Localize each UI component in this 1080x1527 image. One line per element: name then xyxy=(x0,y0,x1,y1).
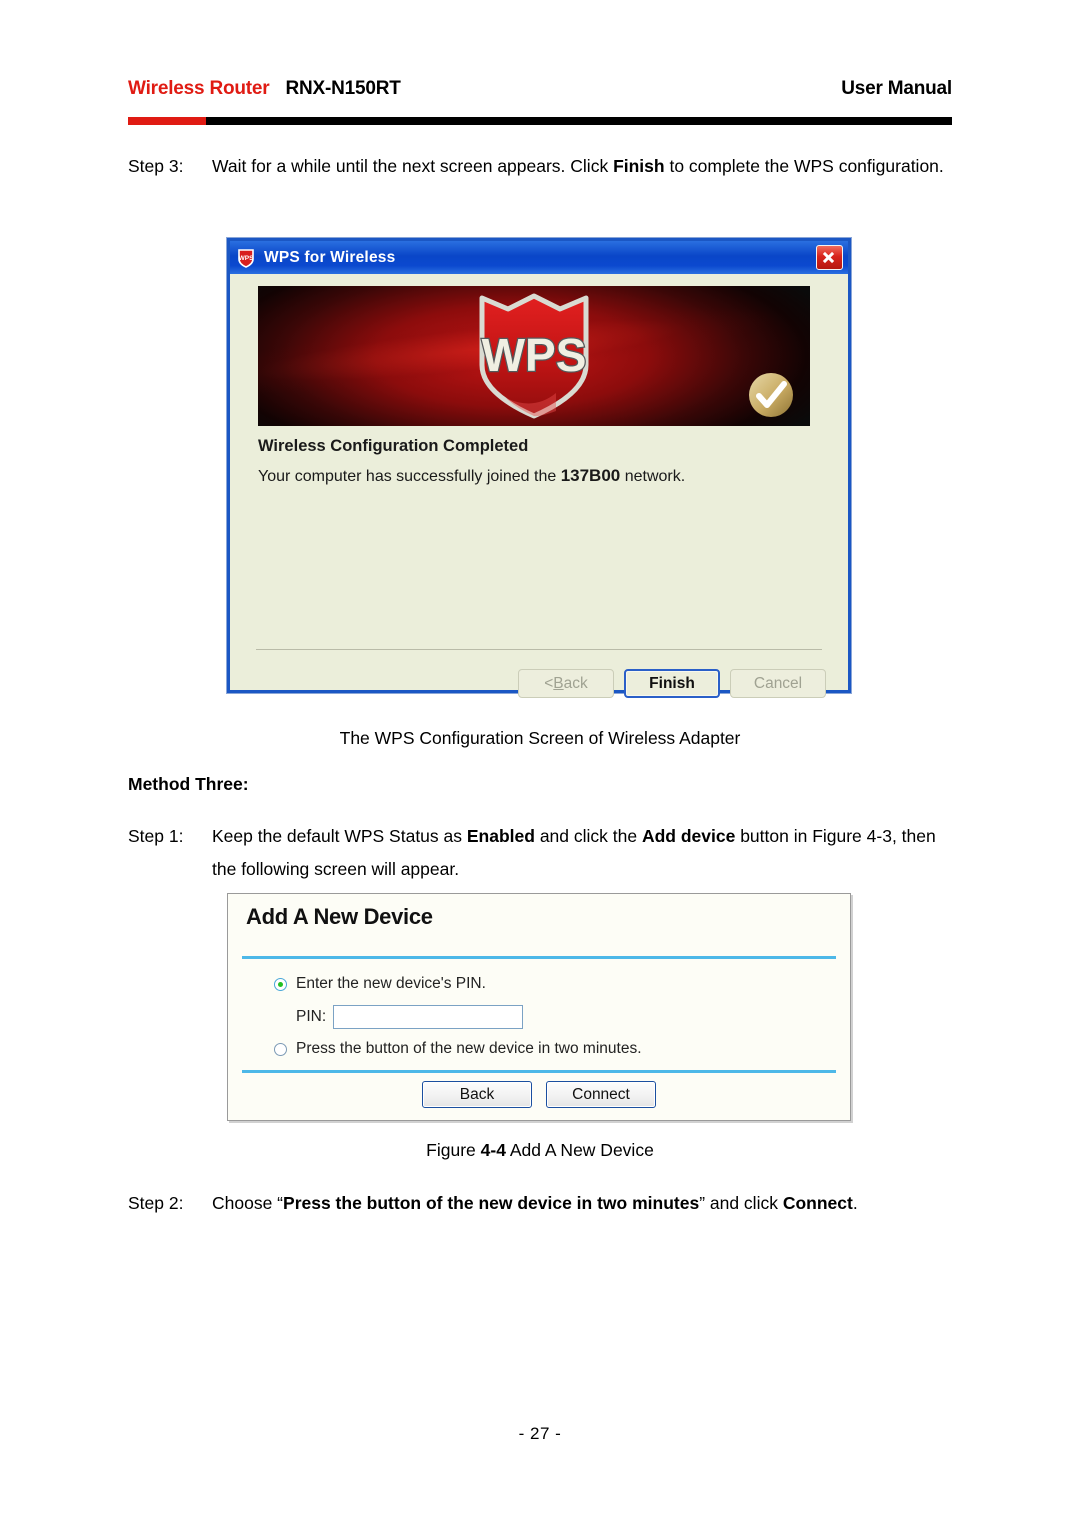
figure-caption-wps-screen: The WPS Configuration Screen of Wireless… xyxy=(339,728,741,748)
wps-cancel-button[interactable]: Cancel xyxy=(730,669,826,698)
header-rule-red-segment xyxy=(128,117,206,125)
wps-back-prefix: < xyxy=(544,674,554,692)
step-3-paragraph: Step 3: Wait for a while until the next … xyxy=(128,150,952,183)
step-2-text-part-1: Choose “ xyxy=(212,1193,284,1213)
svg-text:WPS: WPS xyxy=(482,329,587,381)
step-1-label: Step 1: xyxy=(128,826,184,846)
radio-option-press-button[interactable]: Press the button of the new device in tw… xyxy=(274,1035,836,1063)
step-1-paragraph: Step 1: Keep the default WPS Status as E… xyxy=(128,820,952,886)
step-2-text-part-2: ” and click xyxy=(699,1193,783,1213)
wps-finish-button[interactable]: Finish xyxy=(624,669,720,698)
pin-field-label: PIN: xyxy=(296,1007,327,1025)
wps-ssid-value: 137B00 xyxy=(560,466,621,485)
step-3-label: Step 3: xyxy=(128,156,184,176)
figure-caption-number: 4-4 xyxy=(480,1140,506,1160)
step-2-text: Choose “Press the button of the new devi… xyxy=(212,1187,952,1220)
header-model: RNX-N150RT xyxy=(285,78,401,99)
step-3-text-part-1: Wait for a while until the next screen a… xyxy=(212,156,614,176)
wps-shield-icon: WPS xyxy=(236,248,256,268)
step-2-text-part-3: . xyxy=(852,1193,858,1213)
add-device-button-row: Back Connect xyxy=(228,1081,850,1108)
radio-button-press[interactable] xyxy=(274,1042,287,1056)
wps-dialog-body: WPS Wireless Configuration Completed You… xyxy=(230,274,848,698)
wps-dialog-button-row: < Back Finish Cancel xyxy=(518,669,826,698)
radio-label-press-button: Press the button of the new device in tw… xyxy=(296,1040,642,1057)
add-device-connect-button[interactable]: Connect xyxy=(546,1081,656,1108)
wps-completion-heading: Wireless Configuration Completed xyxy=(258,437,529,455)
panel-divider-bottom xyxy=(242,1070,836,1073)
radio-button-pin[interactable] xyxy=(274,977,287,991)
panel-divider-top xyxy=(242,956,836,959)
add-device-form: Enter the new device's PIN. PIN: Press t… xyxy=(274,970,836,1063)
page-number: - 27 - xyxy=(518,1424,562,1443)
close-icon[interactable] xyxy=(816,245,843,270)
step-2-bold-press-button: Press the button of the new device in tw… xyxy=(283,1193,700,1213)
wps-for-wireless-dialog: WPS WPS for Wireless WPS Wireless Config… xyxy=(227,238,851,698)
wps-back-mnemonic: B xyxy=(553,674,564,692)
step-1-bold-add-device: Add device xyxy=(641,826,736,846)
check-circle-icon xyxy=(749,373,793,417)
step-2-bold-connect: Connect xyxy=(782,1193,853,1213)
step-2-label: Step 2: xyxy=(128,1193,184,1213)
step-1-text-part-2: and click the xyxy=(534,826,642,846)
wps-back-button[interactable]: < Back xyxy=(518,669,614,698)
step-1-text: Keep the default WPS Status as Enabled a… xyxy=(212,820,952,886)
method-three-heading: Method Three: xyxy=(128,774,249,794)
wps-dialog-separator xyxy=(256,649,822,650)
wps-logo-shield-icon: WPS xyxy=(479,293,589,419)
wps-banner-image: WPS xyxy=(258,286,810,426)
wps-back-rest: ack xyxy=(563,674,588,692)
wps-dialog-titlebar[interactable]: WPS WPS for Wireless xyxy=(230,241,848,274)
radio-label-pin: Enter the new device's PIN. xyxy=(296,975,486,992)
figure-caption-add-device: Figure 4-4 Add A New Device xyxy=(0,1140,1080,1161)
wps-message-prefix: Your computer has successfully joined th… xyxy=(258,468,561,485)
figure-caption-suffix: Add A New Device xyxy=(505,1140,654,1160)
step-3-bold-finish: Finish xyxy=(613,156,665,176)
step-2-paragraph: Step 2: Choose “Press the button of the … xyxy=(128,1187,952,1220)
svg-text:WPS: WPS xyxy=(239,255,254,262)
add-device-back-button[interactable]: Back xyxy=(422,1081,532,1108)
add-device-panel-title: Add A New Device xyxy=(246,904,433,929)
step-3-text: Wait for a while until the next screen a… xyxy=(212,150,952,183)
wps-dialog-title: WPS for Wireless xyxy=(264,248,396,266)
header-brand: Wireless Router xyxy=(128,78,270,99)
pin-input[interactable] xyxy=(333,1004,524,1029)
wps-completion-message: Your computer has successfully joined th… xyxy=(258,466,685,486)
header-user-manual-label: User Manual xyxy=(841,78,952,99)
header-rule xyxy=(128,117,952,125)
radio-option-enter-pin[interactable]: Enter the new device's PIN. xyxy=(274,970,836,998)
add-a-new-device-panel: Add A New Device Enter the new device's … xyxy=(227,893,851,1121)
header-rule-black-segment xyxy=(206,117,952,125)
pin-field-row: PIN: xyxy=(296,1000,836,1033)
header-left-group: Wireless Router RNX-N150RT xyxy=(128,78,401,100)
figure-caption-prefix: Figure xyxy=(426,1140,481,1160)
document-page: Wireless Router RNX-N150RT User Manual St… xyxy=(0,0,1080,1527)
step-3-text-part-2: to complete the WPS configuration. xyxy=(664,156,944,176)
step-1-text-part-1: Keep the default WPS Status as xyxy=(212,826,467,846)
wps-message-suffix: network. xyxy=(620,468,686,485)
step-1-bold-enabled: Enabled xyxy=(466,826,535,846)
